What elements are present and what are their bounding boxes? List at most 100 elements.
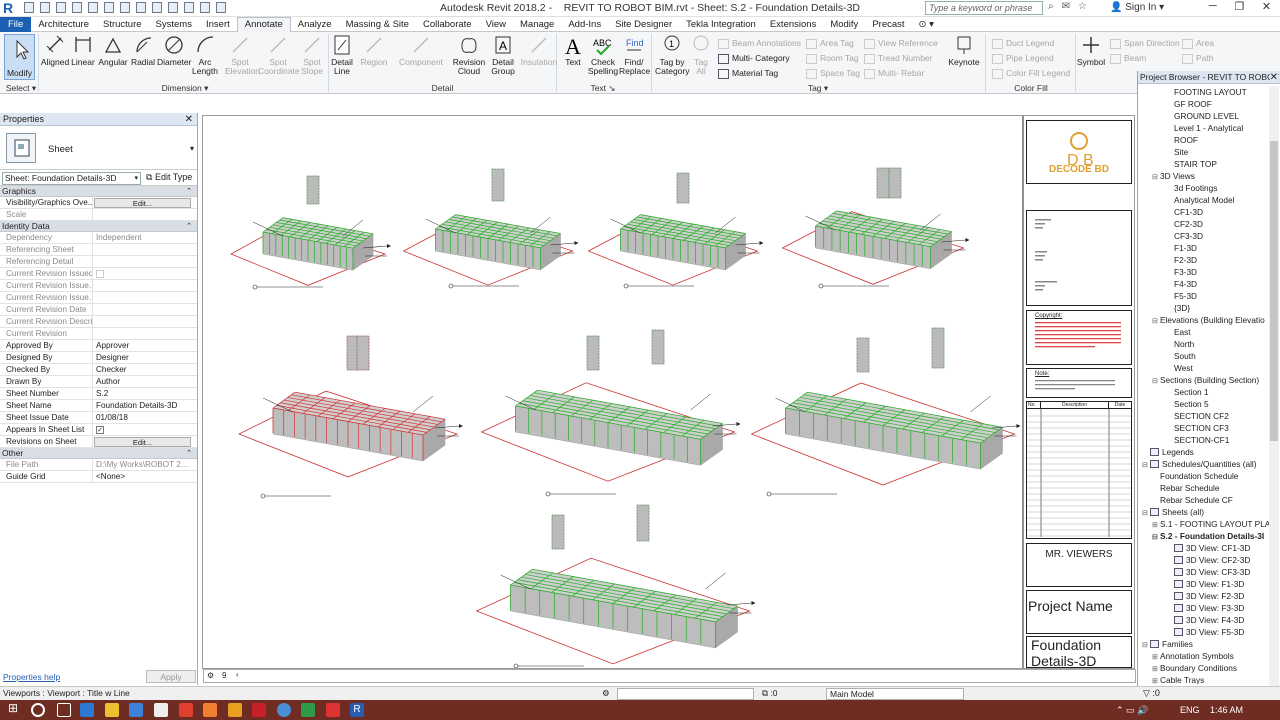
text-button[interactable]: A Text	[560, 34, 586, 67]
view-reference-button[interactable]: View Reference	[864, 36, 938, 50]
checkbox[interactable]: ✓	[96, 426, 104, 434]
browser-item-f2-3d[interactable]: F2-3D	[1166, 254, 1197, 266]
property-value[interactable]: Checker	[93, 364, 197, 375]
sign-in-button[interactable]: 👤 Sign In ▾	[1110, 2, 1164, 13]
chrome-icon[interactable]	[277, 703, 291, 717]
language-indicator[interactable]: ENG	[1180, 705, 1200, 715]
app4-icon[interactable]	[326, 703, 340, 717]
browser-item-legends[interactable]: Legends	[1142, 446, 1194, 458]
property-value[interactable]: 01/08/18	[93, 412, 197, 423]
tab-add-ins[interactable]: Add-Ins	[561, 17, 608, 32]
property-value[interactable]: Author	[93, 376, 197, 387]
expand-toggle-icon[interactable]: ⊟	[1142, 460, 1150, 472]
property-value[interactable]	[93, 268, 197, 279]
property-row-file-path[interactable]: File Path D:\My Works\ROBOT 2...	[0, 459, 197, 471]
beam-button[interactable]: Beam	[1110, 51, 1146, 65]
browser-item-north[interactable]: North	[1166, 338, 1194, 350]
collapse-icon[interactable]: ⌃	[186, 448, 192, 459]
browser-item-south[interactable]: South	[1166, 350, 1196, 362]
restore-icon[interactable]: ❐	[1234, 0, 1244, 17]
property-row-current-revision-issued[interactable]: Current Revision Issued	[0, 268, 197, 280]
radial-button[interactable]: Radial	[128, 34, 158, 67]
footing-f1[interactable]	[230, 175, 391, 286]
edit-type-button[interactable]: ⧉ Edit Type	[146, 172, 192, 183]
section-graphics[interactable]: Graphics ⌃	[0, 186, 197, 197]
view-title-f1[interactable]	[252, 284, 323, 290]
path-button[interactable]: Path	[1182, 51, 1214, 65]
scale-value[interactable]: 9	[222, 671, 226, 680]
pipe-legend-button[interactable]: Pipe Legend	[992, 51, 1054, 65]
browser-item-3d[interactable]: {3D}	[1166, 302, 1190, 314]
property-row-current-revision-issue[interactable]: Current Revision Issue...	[0, 292, 197, 304]
detail-group-button[interactable]: A Detail Group	[487, 34, 519, 76]
collapse-icon[interactable]: ⌃	[186, 221, 192, 232]
tag-all-button[interactable]: Tag All	[691, 34, 711, 76]
close-icon[interactable]: ✕	[1262, 0, 1271, 17]
browser-item-rebar-schedule-cf[interactable]: Rebar Schedule CF	[1152, 494, 1233, 506]
footing-f3[interactable]	[587, 172, 764, 286]
browser-item-f4-3d[interactable]: F4-3D	[1166, 278, 1197, 290]
property-value[interactable]	[93, 256, 197, 267]
select-group[interactable]: Select ▾	[3, 83, 39, 94]
property-row-referencing-sheet[interactable]: Referencing Sheet	[0, 244, 197, 256]
section-other[interactable]: Other ⌃	[0, 448, 197, 459]
property-row-scale[interactable]: Scale	[0, 209, 197, 221]
worksets-icon[interactable]: ⚙	[602, 687, 610, 700]
text-group[interactable]: Text ↘	[558, 83, 648, 94]
footing-f2[interactable]	[402, 168, 579, 286]
property-value[interactable]: Designer	[93, 352, 197, 363]
spot-elevation-button[interactable]: Spot Elevation	[225, 34, 260, 76]
property-row-sheet-issue-date[interactable]: Sheet Issue Date 01/08/18	[0, 412, 197, 424]
room-tag-button[interactable]: Room Tag	[806, 51, 859, 65]
tab-systems[interactable]: Systems	[149, 17, 199, 32]
multi-category-button[interactable]: Multi- Category	[718, 51, 790, 65]
color-fill-legend-button[interactable]: Color Fill Legend	[992, 66, 1070, 80]
browser-item-elevations-building-elevatio[interactable]: ⊟ Elevations (Building Elevatio	[1152, 314, 1265, 326]
drawing-canvas[interactable]: D B DECODE BD Copyright: Note: No. Descr…	[202, 115, 1135, 669]
area-button[interactable]: Area	[1182, 36, 1214, 50]
footing-cf3[interactable]	[750, 327, 1021, 486]
browser-item-section-cf1[interactable]: SECTION-CF1	[1166, 434, 1229, 446]
footing-f4[interactable]	[781, 167, 970, 285]
browser-item-ground-level[interactable]: GROUND LEVEL	[1166, 110, 1239, 122]
property-value[interactable]	[93, 304, 197, 315]
browser-item-footing-layout[interactable]: FOOTING LAYOUT	[1166, 86, 1247, 98]
edit-button[interactable]: Edit...	[94, 198, 191, 208]
browser-item-3d-view-f3-3d[interactable]: 3D View: F3-3D	[1166, 602, 1244, 614]
browser-item-families[interactable]: ⊟ Families	[1142, 638, 1193, 650]
expand-toggle-icon[interactable]: ⊟	[1152, 316, 1160, 328]
browser-item-annotation-symbols[interactable]: ⊞ Annotation Symbols	[1152, 650, 1234, 662]
tab-file[interactable]: File	[0, 16, 32, 32]
tab-precast[interactable]: Precast	[865, 17, 911, 32]
footing-cf1[interactable]	[238, 335, 463, 478]
duct-legend-button[interactable]: Duct Legend	[992, 36, 1054, 50]
browser-item-level-1-analytical[interactable]: Level 1 - Analytical	[1166, 122, 1243, 134]
file-explorer-icon[interactable]	[105, 703, 119, 717]
redo-icon[interactable]	[72, 2, 82, 13]
property-row-visibility-graphics-ove[interactable]: Visibility/Graphics Ove... Edit...	[0, 197, 197, 209]
tab-massing-site[interactable]: Massing & Site	[339, 17, 416, 32]
tab-site-designer[interactable]: Site Designer	[608, 17, 679, 32]
spot-coordinate-button[interactable]: Spot Coordinate	[258, 34, 300, 76]
view-title-f2[interactable]	[448, 283, 519, 289]
property-row-revisions-on-sheet[interactable]: Revisions on Sheet Edit...	[0, 436, 197, 448]
open-icon[interactable]	[24, 2, 34, 13]
task-view-icon[interactable]	[57, 703, 71, 717]
browser-item-section-cf2[interactable]: SECTION CF2	[1166, 410, 1229, 422]
footing-cf2[interactable]	[480, 329, 741, 482]
browser-item-stair-top[interactable]: STAIR TOP	[1166, 158, 1217, 170]
component-button[interactable]: Component	[398, 34, 444, 67]
filter-icon[interactable]: ▽ :0	[1143, 687, 1160, 700]
contextual-tab-dropdown[interactable]: ⊙ ▾	[912, 17, 941, 32]
view-title-f3[interactable]	[623, 283, 694, 289]
browser-item-3d-view-f1-3d[interactable]: 3D View: F1-3D	[1166, 578, 1244, 590]
windows-start-icon[interactable]: ⊞	[8, 701, 22, 715]
property-row-current-revision-descri[interactable]: Current Revision Descri...	[0, 316, 197, 328]
property-value[interactable]	[93, 209, 197, 220]
browser-item-sections-building-section[interactable]: ⊟ Sections (Building Section)	[1152, 374, 1259, 386]
search-input[interactable]: Type a keyword or phrase	[925, 1, 1043, 15]
property-row-dependency[interactable]: Dependency Independent	[0, 232, 197, 244]
revision-cloud-button[interactable]: Revision Cloud	[452, 34, 486, 76]
tag-by-category-button[interactable]: 1 Tag by Category	[655, 34, 690, 76]
tab-architecture[interactable]: Architecture	[31, 17, 96, 32]
